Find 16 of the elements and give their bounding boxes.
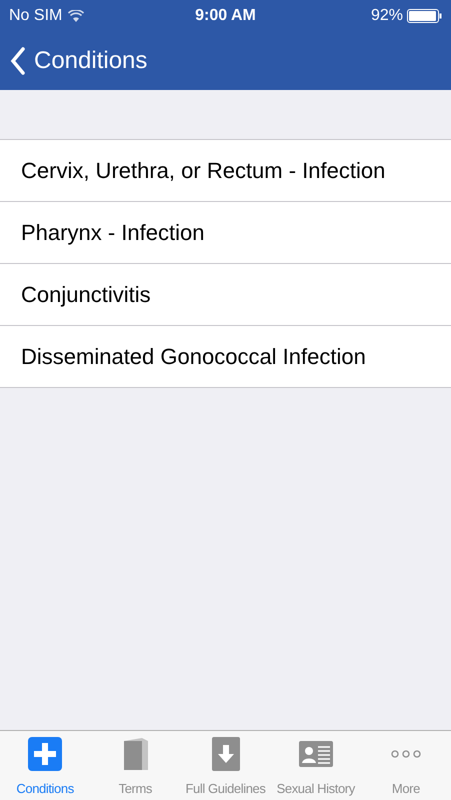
condition-list-item[interactable]: Conjunctivitis <box>0 264 451 325</box>
plus-icon <box>28 736 62 771</box>
download-icon <box>212 736 240 771</box>
carrier-label: No SIM <box>9 6 62 26</box>
status-time: 9:00 AM <box>195 6 256 26</box>
chevron-left-icon <box>10 47 26 75</box>
condition-list-item[interactable]: Pharynx - Infection <box>0 202 451 263</box>
more-icon <box>390 750 421 758</box>
battery-percent: 92% <box>370 6 403 26</box>
battery-icon <box>406 9 442 23</box>
tab-bar-item[interactable]: Conditions <box>0 731 90 800</box>
contact-card-icon <box>298 740 333 767</box>
condition-list-item[interactable]: Cervix, Urethra, or Rectum - Infection <box>0 140 451 201</box>
back-button[interactable]: Conditions <box>10 43 148 79</box>
condition-list-item[interactable]: Disseminated Gonococcal Infection <box>0 326 451 387</box>
wifi-icon <box>68 10 84 22</box>
